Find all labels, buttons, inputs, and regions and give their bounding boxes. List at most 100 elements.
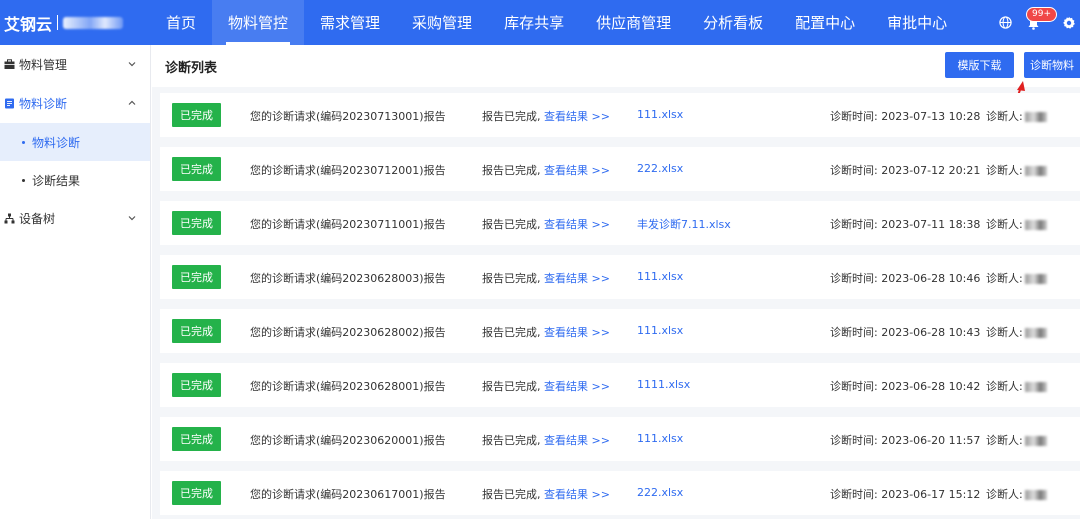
file-link[interactable]: 111.xlsx <box>637 270 683 283</box>
diagnosis-time: 诊断时间: 2023-06-17 15:12 <box>830 488 981 501</box>
report-status-text: 报告已完成, <box>482 272 541 285</box>
nav-inventory[interactable]: 库存共享 <box>488 0 580 45</box>
blurred-name <box>1024 382 1047 392</box>
nav-supplier[interactable]: 供应商管理 <box>580 0 687 45</box>
status-badge: 已完成 <box>172 211 221 235</box>
view-result-link[interactable]: 查看结果 >> <box>544 270 610 286</box>
page-title: 诊断列表 <box>165 60 218 76</box>
template-download-button[interactable]: 模版下载 <box>945 52 1014 78</box>
status-badge: 已完成 <box>172 157 221 181</box>
sidebar-item-diagnosis-results[interactable]: 诊断结果 <box>0 161 150 199</box>
sidebar-item-material-diagnosis[interactable]: 物料诊断 <box>0 123 150 161</box>
file-link[interactable]: 222.xlsx <box>637 486 683 499</box>
diagnosis-time: 诊断时间: 2023-06-28 10:42 <box>830 380 981 393</box>
diagnostician-label: 诊断人: <box>986 434 1023 447</box>
status-badge: 已完成 <box>172 481 221 505</box>
report-status-text: 报告已完成, <box>482 434 541 447</box>
report-status-text: 报告已完成, <box>482 380 541 393</box>
diagnostician-label: 诊断人: <box>986 272 1023 285</box>
sidebar-group-material-diagnosis[interactable]: 物料诊断 <box>0 84 150 123</box>
diagnostician-label: 诊断人: <box>986 218 1023 231</box>
report-status-text: 报告已完成, <box>482 218 541 231</box>
bell-icon[interactable]: 99+ <box>1026 6 1057 30</box>
list-item: 已完成 您的诊断请求(编码20230628001)报告 报告已完成, 查看结果 … <box>160 363 1080 407</box>
gear-icon[interactable] <box>1062 16 1076 30</box>
brand-divider <box>57 15 59 30</box>
nav-material-control[interactable]: 物料管控 <box>212 0 305 45</box>
report-description: 您的诊断请求(编码20230628003)报告 <box>250 272 446 285</box>
nav-config[interactable]: 配置中心 <box>779 0 871 45</box>
view-result-link[interactable]: 查看结果 >> <box>544 486 610 502</box>
report-description: 您的诊断请求(编码20230712001)报告 <box>250 164 446 177</box>
blurred-name <box>1024 490 1047 500</box>
diagnostician-label: 诊断人: <box>986 326 1023 339</box>
blurred-name <box>1024 220 1047 230</box>
report-description: 您的诊断请求(编码20230628002)报告 <box>250 326 446 339</box>
report-description: 您的诊断请求(编码20230628001)报告 <box>250 380 446 393</box>
briefcase-icon <box>4 59 15 70</box>
list-item: 已完成 您的诊断请求(编码20230617001)报告 报告已完成, 查看结果 … <box>160 471 1080 515</box>
brand[interactable]: 艾钢云 <box>0 0 150 45</box>
list-item: 已完成 您的诊断请求(编码20230712001)报告 报告已完成, 查看结果 … <box>160 147 1080 191</box>
nav-approval[interactable]: 审批中心 <box>871 0 963 45</box>
list-header: 诊断列表 模版下载 诊断物料 <box>152 45 1080 87</box>
report-description: 您的诊断请求(编码20230711001)报告 <box>250 218 446 231</box>
blurred-name <box>1024 436 1047 446</box>
blurred-name <box>1024 166 1047 176</box>
top-icons: 99+ <box>986 0 1080 45</box>
diagnostician-label: 诊断人: <box>986 164 1023 177</box>
file-link[interactable]: 111.xlsx <box>637 432 683 445</box>
file-link[interactable]: 丰发诊断7.11.xlsx <box>637 216 731 232</box>
view-result-link[interactable]: 查看结果 >> <box>544 108 610 124</box>
status-badge: 已完成 <box>172 103 221 127</box>
report-status-text: 报告已完成, <box>482 110 541 123</box>
diagnose-material-button[interactable]: 诊断物料 <box>1024 52 1080 78</box>
nav-purchase[interactable]: 采购管理 <box>396 0 488 45</box>
view-result-link[interactable]: 查看结果 >> <box>544 324 610 340</box>
nav-dashboard[interactable]: 分析看板 <box>687 0 779 45</box>
file-link[interactable]: 111.xlsx <box>637 324 683 337</box>
nav-demand[interactable]: 需求管理 <box>304 0 396 45</box>
diagnostician: 诊断人: <box>986 108 1047 124</box>
status-badge: 已完成 <box>172 427 221 451</box>
file-link[interactable]: 111.xlsx <box>637 108 683 121</box>
sidebar-item-label: 诊断结果 <box>32 173 81 188</box>
blurred-name <box>1024 328 1047 338</box>
file-link[interactable]: 1111.xlsx <box>637 378 690 391</box>
sidebar-group-device-tree[interactable]: 设备树 <box>0 199 150 238</box>
diagnostician-label: 诊断人: <box>986 380 1023 393</box>
list-item: 已完成 您的诊断请求(编码20230628002)报告 报告已完成, 查看结果 … <box>160 309 1080 353</box>
tree-icon <box>4 213 15 224</box>
globe-icon[interactable] <box>998 16 1012 30</box>
view-result-link[interactable]: 查看结果 >> <box>544 378 610 394</box>
list-item: 已完成 您的诊断请求(编码20230620001)报告 报告已完成, 查看结果 … <box>160 417 1080 461</box>
view-result-link[interactable]: 查看结果 >> <box>544 162 610 178</box>
bullet <box>22 140 25 144</box>
status-badge: 已完成 <box>172 319 221 343</box>
diagnostician: 诊断人: <box>986 216 1047 232</box>
diagnostician: 诊断人: <box>986 378 1047 394</box>
report-description: 您的诊断请求(编码20230620001)报告 <box>250 434 446 447</box>
nav-home[interactable]: 首页 <box>150 0 212 45</box>
report-description: 您的诊断请求(编码20230617001)报告 <box>250 488 446 501</box>
diagnostician: 诊断人: <box>986 486 1047 502</box>
view-result-link[interactable]: 查看结果 >> <box>544 432 610 448</box>
view-result-link[interactable]: 查看结果 >> <box>544 216 610 232</box>
diagnosis-time: 诊断时间: 2023-06-20 11:57 <box>830 434 981 447</box>
status-badge: 已完成 <box>172 373 221 397</box>
chevron-up-icon <box>128 100 136 105</box>
diagnosis-time: 诊断时间: 2023-07-11 18:38 <box>830 218 981 231</box>
sidebar-group-material-management[interactable]: 物料管理 <box>0 45 150 84</box>
diagnostician: 诊断人: <box>986 270 1047 286</box>
diagnostician-label: 诊断人: <box>986 488 1023 501</box>
list-item: 已完成 您的诊断请求(编码20230628003)报告 报告已完成, 查看结果 … <box>160 255 1080 299</box>
chevron-down-icon <box>128 62 136 67</box>
diagnostician-label: 诊断人: <box>986 110 1023 123</box>
document-icon <box>4 98 15 109</box>
diagnostician: 诊断人: <box>986 324 1047 340</box>
status-badge: 已完成 <box>172 265 221 289</box>
top-nav: 艾钢云 首页 物料管控 需求管理 采购管理 库存共享 供应商管理 分析看板 配置… <box>0 0 1080 45</box>
list-item: 已完成 您的诊断请求(编码20230711001)报告 报告已完成, 查看结果 … <box>160 201 1080 245</box>
file-link[interactable]: 222.xlsx <box>637 162 683 175</box>
main-content: 诊断列表 模版下载 诊断物料 已完成 您的诊断请求(编码20230713001)… <box>152 45 1080 519</box>
